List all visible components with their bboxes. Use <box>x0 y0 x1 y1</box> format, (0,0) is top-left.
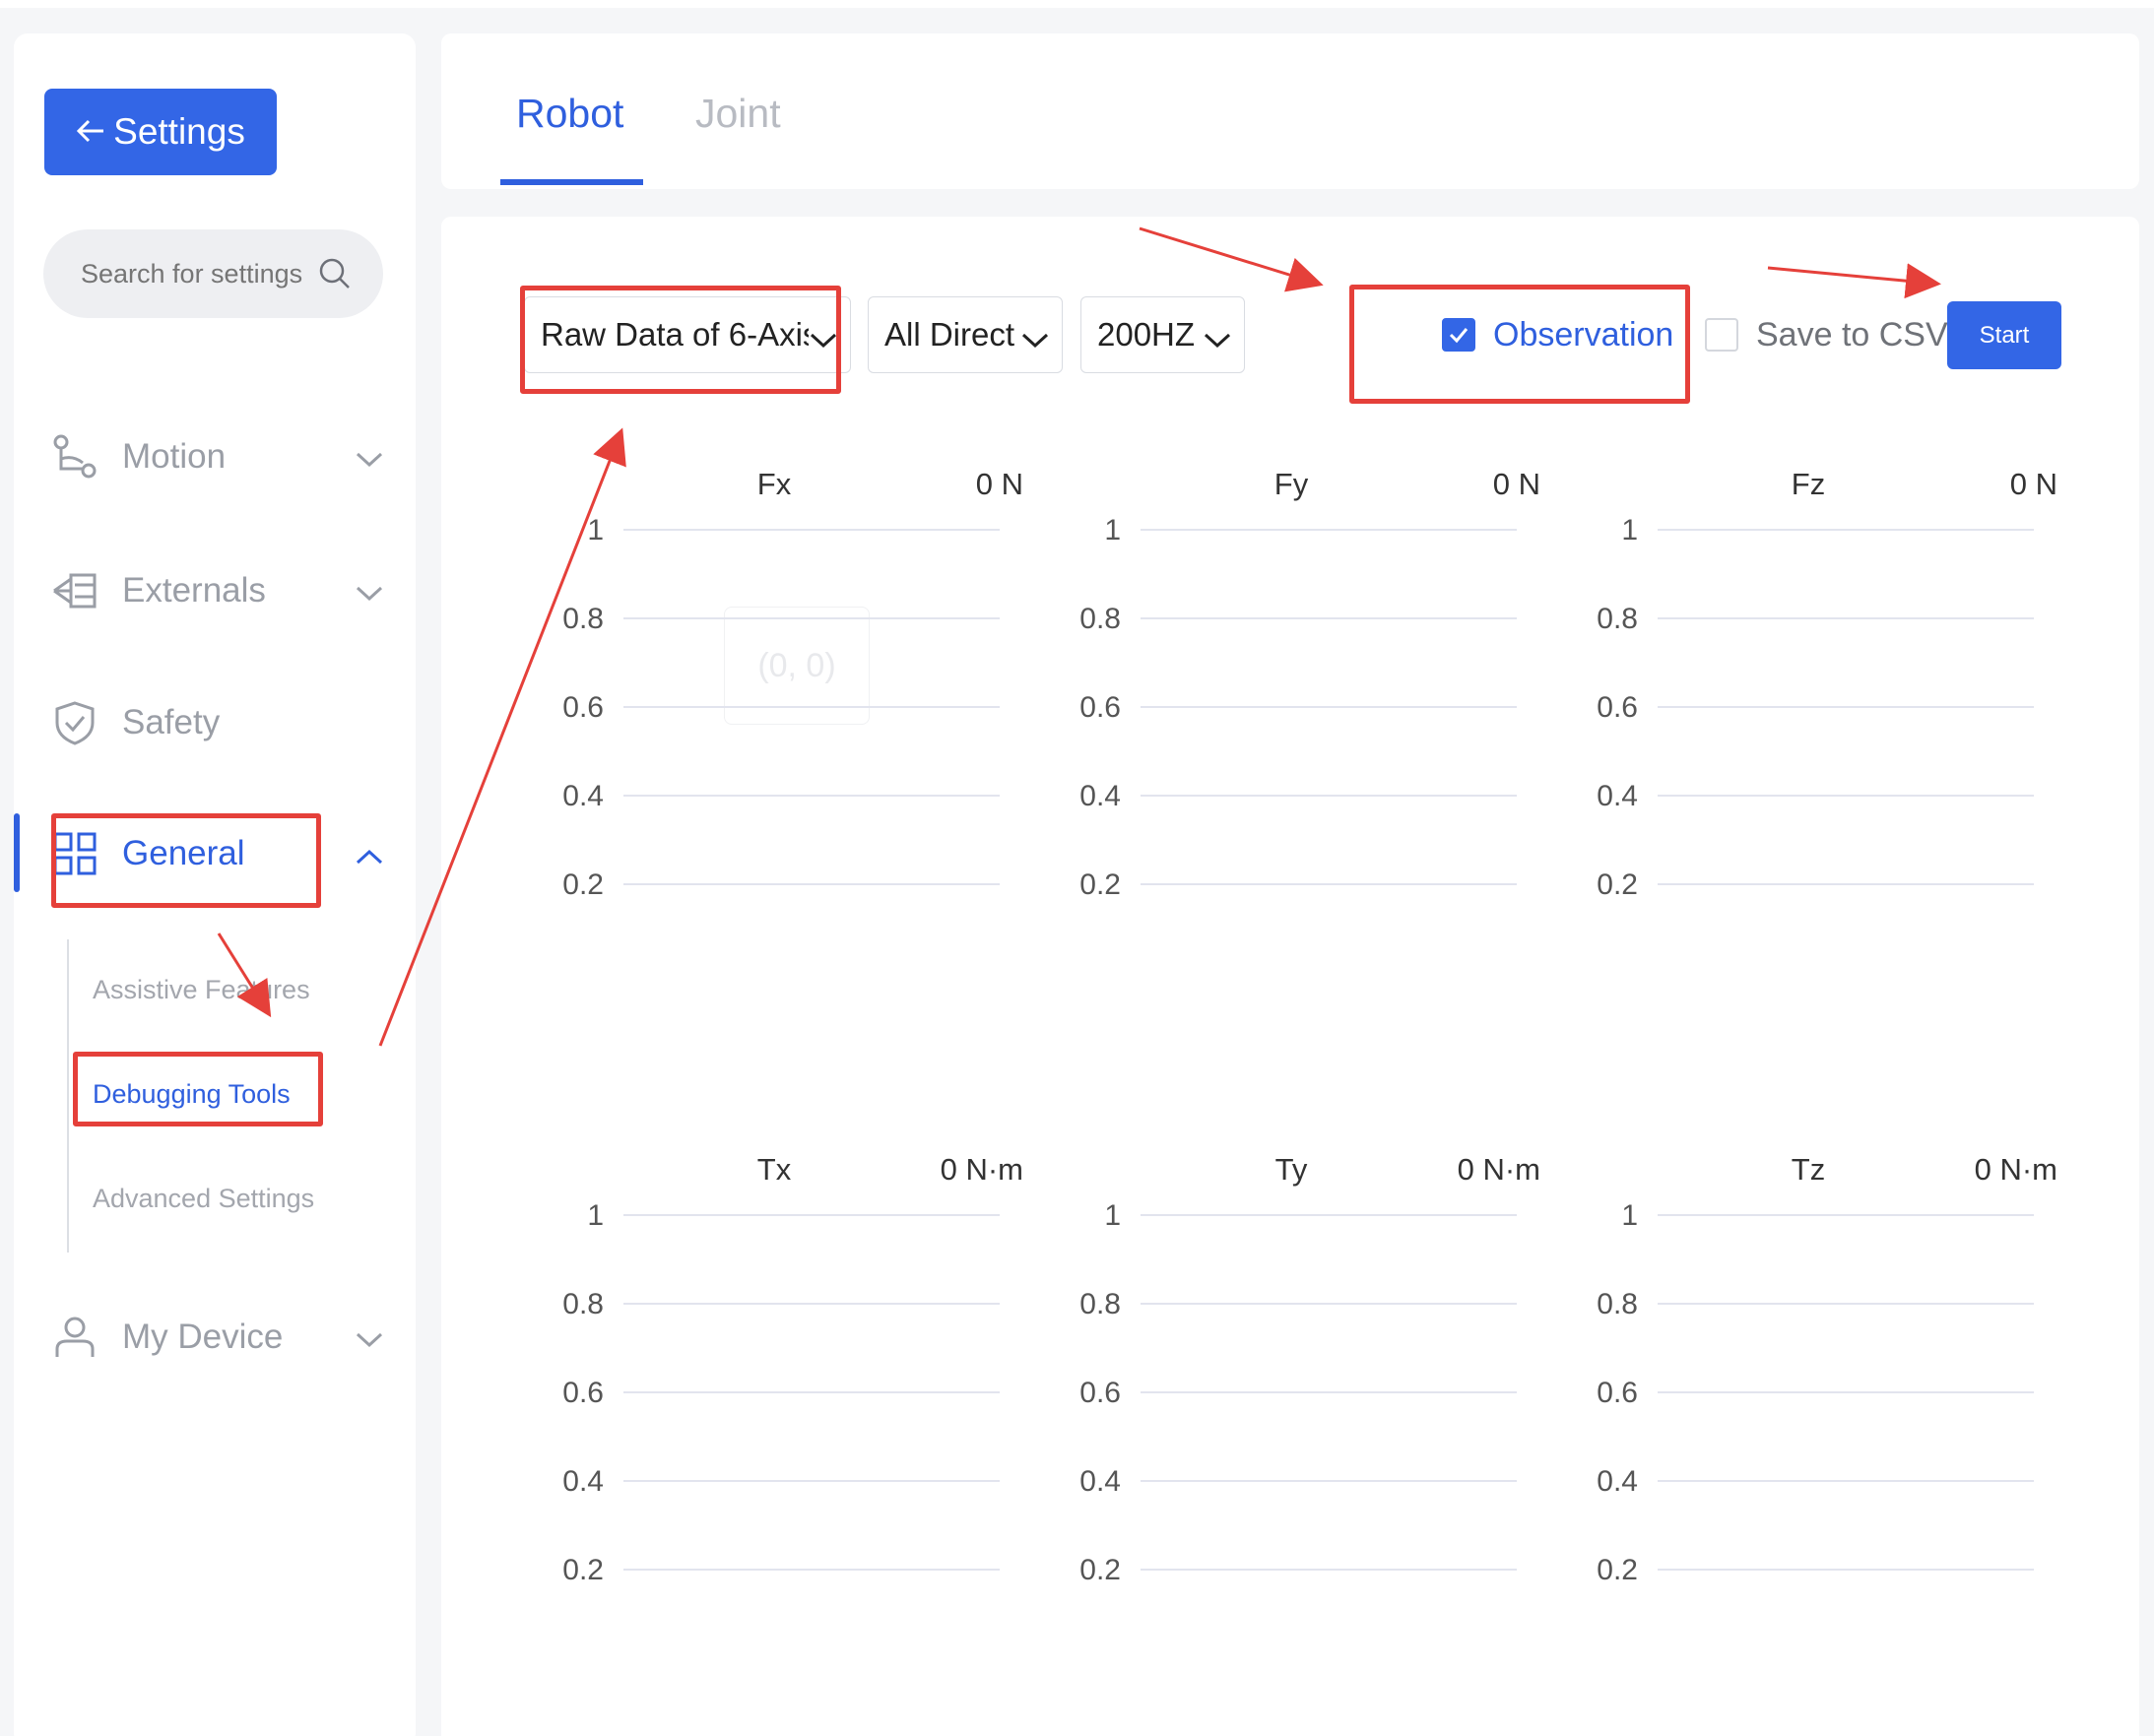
y-tick-label: 0.6 <box>562 1377 604 1409</box>
chevron-down-icon <box>1020 321 1050 358</box>
y-tick-label: 0.6 <box>1079 691 1121 724</box>
chevron-down-icon[interactable] <box>355 439 384 479</box>
y-tick-label: 0.4 <box>1079 780 1121 812</box>
chart-value-readout: 0 N·m <box>941 1152 1023 1187</box>
y-tick-label: 0.4 <box>1597 780 1638 812</box>
tab-joint[interactable]: Joint <box>695 91 781 137</box>
chevron-down-icon[interactable] <box>355 573 384 612</box>
general-subnav-line <box>67 939 69 1253</box>
y-tick-label: 1 <box>1104 1199 1121 1232</box>
y-tick-label: 1 <box>587 514 604 547</box>
arrow-left-icon <box>76 111 105 153</box>
chart-value-readout: 0 N <box>976 467 1023 501</box>
y-tick-label: 0.6 <box>1079 1377 1121 1409</box>
y-tick-label: 0.6 <box>562 691 604 724</box>
save-csv-label[interactable]: Save to CSV <box>1756 316 1948 354</box>
nav-item-safety[interactable]: Safety <box>49 683 384 762</box>
y-tick-label: 0.2 <box>1079 868 1121 901</box>
chart-title: Ty <box>1275 1152 1308 1187</box>
y-tick-label: 0.2 <box>562 1554 604 1586</box>
y-tick-label: 0.4 <box>562 1465 604 1498</box>
nav-label-externals: Externals <box>122 571 266 610</box>
y-tick-label: 1 <box>1621 1199 1638 1232</box>
chart-fz: Fz0 N10.80.60.40.200 <box>1581 463 2093 955</box>
nav-label-my-device: My Device <box>122 1318 284 1356</box>
active-nav-indicator <box>14 813 20 892</box>
top-strip <box>0 0 2154 8</box>
frequency-value: 200HZ <box>1097 316 1196 353</box>
nav-label-safety: Safety <box>122 703 221 741</box>
y-tick-label: 0.8 <box>1597 603 1638 635</box>
y-tick-label: 0.2 <box>562 868 604 901</box>
y-tick-label: 1 <box>1621 514 1638 547</box>
start-button[interactable]: Start <box>1947 301 2061 369</box>
chart-value-readout: 0 N <box>2010 467 2057 501</box>
chart-fy: Fy0 N10.80.60.40.200 <box>1064 463 1576 955</box>
annotation-box-debugging-tools <box>73 1052 323 1126</box>
y-tick-label: 0.2 <box>1079 1554 1121 1586</box>
y-tick-label: 0.4 <box>562 780 604 812</box>
annotation-box-data-source <box>520 286 841 394</box>
motion-icon <box>49 431 100 482</box>
y-tick-label: 0.4 <box>1597 1465 1638 1498</box>
nav-label-motion: Motion <box>122 437 227 476</box>
y-tick-label: 1 <box>587 1199 604 1232</box>
y-tick-label: 0.4 <box>1079 1465 1121 1498</box>
tabs-panel: Robot Joint <box>441 33 2139 189</box>
chevron-down-icon[interactable] <box>355 1319 384 1359</box>
nav-item-my-device[interactable]: My Device <box>49 1298 384 1377</box>
search-icon[interactable] <box>318 257 352 295</box>
y-tick-label: 0.8 <box>1597 1288 1638 1320</box>
chevron-up-icon[interactable] <box>355 836 384 875</box>
chart-title: Fy <box>1274 467 1309 501</box>
annotation-box-observation <box>1349 285 1690 404</box>
chart-value-readout: 0 N <box>1493 467 1540 501</box>
chart-value-readout: 0 N·m <box>1975 1152 2057 1187</box>
back-to-settings-button[interactable]: Settings <box>44 89 277 175</box>
active-tab-underline <box>500 179 643 185</box>
direction-select[interactable]: All Direct <box>868 296 1063 373</box>
nav-item-motion[interactable]: Motion <box>49 418 384 496</box>
chart-tx: Tx0 N·m10.80.60.40.200 <box>547 1148 1059 1640</box>
externals-icon <box>49 565 100 616</box>
direction-value: All Direct <box>884 316 1015 353</box>
chart-title: Tz <box>1792 1152 1825 1187</box>
frequency-select[interactable]: 200HZ <box>1080 296 1245 373</box>
chart-fx: Fx0 N10.80.60.40.200 <box>547 463 1059 955</box>
settings-search[interactable] <box>43 229 383 318</box>
shield-icon <box>49 697 100 748</box>
y-tick-label: 0.8 <box>562 1288 604 1320</box>
nav-item-externals[interactable]: Externals <box>49 551 384 630</box>
chart-title: Tx <box>757 1152 792 1187</box>
y-tick-label: 0.8 <box>1079 603 1121 635</box>
chart-tz: Tz0 N·m10.80.60.40.200 <box>1581 1148 2093 1640</box>
chart-title: Fx <box>757 467 792 501</box>
save-csv-checkbox[interactable] <box>1705 318 1738 352</box>
subnav-item-advanced-settings[interactable]: Advanced Settings <box>93 1184 314 1214</box>
y-tick-label: 0.6 <box>1597 691 1638 724</box>
search-input[interactable] <box>81 258 317 289</box>
subnav-item-assistive-features[interactable]: Assistive Features <box>93 975 310 1005</box>
y-tick-label: 0.8 <box>562 603 604 635</box>
y-tick-label: 0.8 <box>1079 1288 1121 1320</box>
tab-robot[interactable]: Robot <box>516 91 623 137</box>
annotation-box-general <box>51 813 321 908</box>
user-icon <box>49 1312 100 1363</box>
chart-value-readout: 0 N·m <box>1458 1152 1540 1187</box>
chart-ty: Ty0 N·m10.80.60.40.200 <box>1064 1148 1576 1640</box>
y-tick-label: 0.2 <box>1597 868 1638 901</box>
chevron-down-icon <box>1203 321 1232 358</box>
y-tick-label: 1 <box>1104 514 1121 547</box>
back-button-label: Settings <box>113 111 245 152</box>
y-tick-label: 0.2 <box>1597 1554 1638 1586</box>
y-tick-label: 0.6 <box>1597 1377 1638 1409</box>
chart-title: Fz <box>1792 467 1825 501</box>
